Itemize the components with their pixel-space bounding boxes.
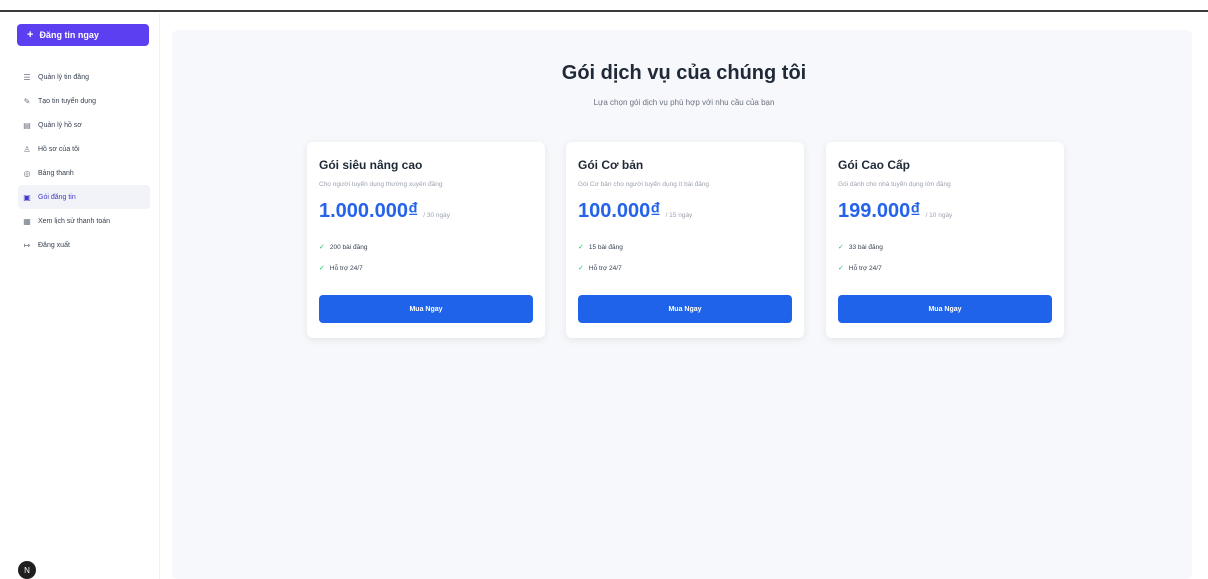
- edit-icon: ✎: [23, 96, 31, 106]
- package-description: Gói Cơ bản cho người tuyển dụng ít bài đ…: [578, 181, 710, 188]
- history-icon: ▦: [23, 216, 31, 226]
- package-duration: / 15 ngày: [665, 212, 693, 219]
- sidebar-item-manage-profiles[interactable]: ▤ Quản lý hồ sơ: [18, 113, 150, 137]
- package-card: Gói Cao Cấp Gói dành cho nhà tuyển dụng …: [826, 142, 1064, 338]
- buy-now-button[interactable]: Mua Ngay: [838, 295, 1052, 323]
- package-icon: ▣: [23, 192, 31, 202]
- sidebar-item-label: Gói đăng tin: [38, 193, 76, 201]
- new-post-button[interactable]: + Đăng tin ngay: [17, 24, 149, 46]
- sidebar-item-packages[interactable]: ▣ Gói đăng tin: [18, 185, 150, 209]
- price-row: 199.000₫ / 10 ngày: [838, 200, 952, 223]
- package-card: Gói siêu nâng cao Cho người tuyển dụng t…: [307, 142, 545, 338]
- feature-label: Hỗ trợ 24/7: [329, 264, 363, 272]
- buy-now-button[interactable]: Mua Ngay: [319, 295, 533, 323]
- folder-icon: ▤: [23, 120, 31, 130]
- sidebar-item-label: Bảng thanh: [38, 169, 74, 177]
- package-description: Gói dành cho nhà tuyển dụng lớn đăng: [838, 181, 951, 188]
- check-icon: ✓: [838, 265, 844, 272]
- top-bar: [0, 0, 1208, 12]
- sidebar-item-manage-posts[interactable]: ☰ Quản lý tin đăng: [18, 65, 150, 89]
- buy-now-button[interactable]: Mua Ngay: [578, 295, 792, 323]
- avatar[interactable]: N: [18, 561, 36, 579]
- check-icon: ✓: [578, 244, 584, 251]
- sidebar-item-my-profile[interactable]: ♙ Hồ sơ của tôi: [18, 137, 150, 161]
- sidebar-nav: ☰ Quản lý tin đăng ✎ Tạo tin tuyển dụng …: [18, 65, 150, 257]
- price-row: 1.000.000₫ / 30 ngày: [319, 200, 450, 223]
- price-row: 100.000₫ / 15 ngày: [578, 200, 692, 223]
- package-card: Gói Cơ bản Gói Cơ bản cho người tuyển dụ…: [566, 142, 804, 338]
- sidebar-item-logout[interactable]: ↦ Đăng xuất: [18, 233, 150, 257]
- new-post-label: Đăng tin ngay: [39, 30, 99, 40]
- sidebar-item-label: Hồ sơ của tôi: [38, 145, 80, 153]
- package-description: Cho người tuyển dụng thường xuyên đăng: [319, 181, 443, 188]
- user-icon: ♙: [23, 144, 31, 154]
- package-name: Gói Cơ bản: [578, 158, 644, 172]
- sidebar-item-payment-history[interactable]: ▦ Xem lịch sử thanh toán: [18, 209, 150, 233]
- feature-label: 15 bài đăng: [588, 243, 623, 251]
- package-name: Gói siêu nâng cao: [319, 158, 423, 172]
- package-price: 100.000₫: [578, 200, 661, 222]
- package-duration: / 30 ngày: [423, 212, 450, 219]
- feature-label: Hỗ trợ 24/7: [848, 264, 882, 272]
- page-subtitle: Lựa chọn gói dịch vụ phù hợp với nhu cầu…: [593, 98, 775, 107]
- package-duration: / 10 ngày: [925, 212, 953, 219]
- page-title: Gói dịch vụ của chúng tôi: [561, 62, 807, 84]
- feature-item: ✓ 200 bài đăng: [319, 243, 368, 252]
- sidebar-item-label: Quản lý tin đăng: [38, 73, 89, 81]
- check-icon: ✓: [838, 244, 844, 251]
- sidebar-item-label: Tạo tin tuyển dụng: [38, 97, 96, 105]
- sidebar-item-label: Đăng xuất: [38, 241, 70, 249]
- feature-label: Hỗ trợ 24/7: [588, 264, 622, 272]
- feature-item: ✓ Hỗ trợ 24/7: [578, 264, 622, 273]
- package-name: Gói Cao Cấp: [838, 158, 911, 172]
- wallet-icon: ◎: [23, 168, 31, 178]
- feature-item: ✓ 15 bài đăng: [578, 243, 623, 252]
- list-icon: ☰: [23, 72, 31, 82]
- main-content: Gói dịch vụ của chúng tôi Lựa chọn gói d…: [160, 14, 1208, 579]
- feature-item: ✓ 33 bài đăng: [838, 243, 883, 252]
- check-icon: ✓: [319, 244, 325, 251]
- sidebar-item-create-post[interactable]: ✎ Tạo tin tuyển dụng: [18, 89, 150, 113]
- sidebar-item-label: Quản lý hồ sơ: [38, 121, 82, 129]
- logout-icon: ↦: [23, 240, 31, 250]
- package-price: 1.000.000₫: [319, 200, 419, 222]
- check-icon: ✓: [319, 265, 325, 272]
- feature-label: 200 bài đăng: [329, 243, 368, 251]
- sidebar-item-label: Xem lịch sử thanh toán: [38, 217, 111, 225]
- sidebar-item-wallet[interactable]: ◎ Bảng thanh: [18, 161, 150, 185]
- package-price: 199.000₫: [838, 200, 921, 222]
- feature-item: ✓ Hỗ trợ 24/7: [319, 264, 363, 273]
- plus-icon: +: [27, 28, 34, 41]
- check-icon: ✓: [578, 265, 584, 272]
- feature-label: 33 bài đăng: [848, 243, 883, 251]
- feature-item: ✓ Hỗ trợ 24/7: [838, 264, 882, 273]
- sidebar: + Đăng tin ngay ☰ Quản lý tin đăng ✎ Tạo…: [0, 14, 160, 579]
